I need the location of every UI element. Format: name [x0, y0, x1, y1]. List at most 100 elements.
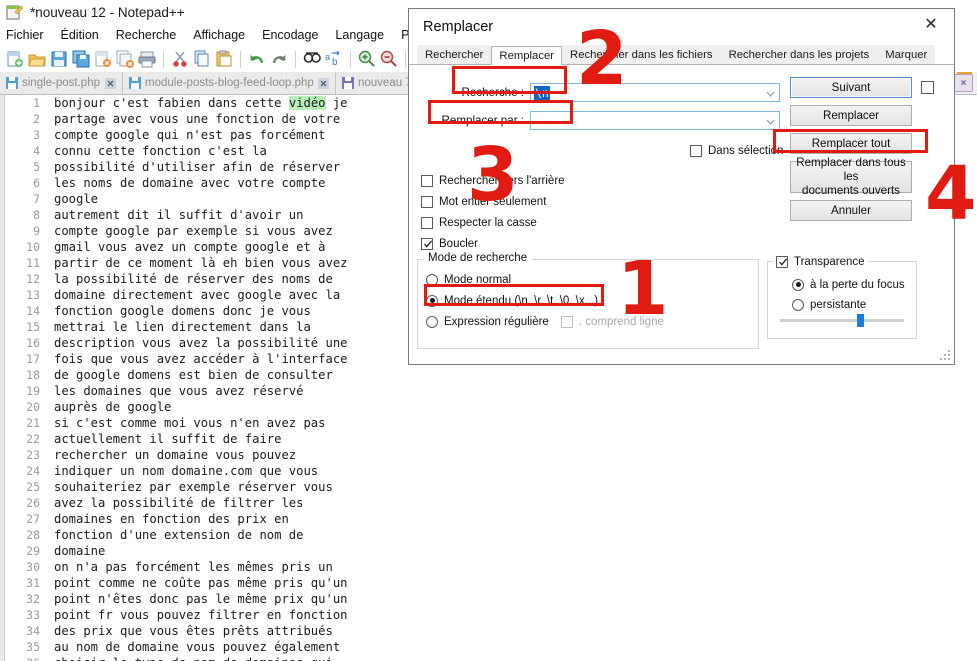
remplacer-button[interactable]: Remplacer [790, 105, 912, 126]
tab-rechercher-dans-projets[interactable]: Rechercher dans les projets [720, 45, 878, 64]
resize-grip[interactable] [939, 349, 951, 361]
editor-line[interactable]: 32 point n'êtes donc pas le même prix qu'… [0, 591, 977, 607]
menu-langage[interactable]: Langage [335, 28, 384, 42]
menu-recherche[interactable]: Recherche [116, 28, 176, 42]
open-folder-icon[interactable] [27, 49, 47, 69]
editor-line[interactable]: 36choisir le type de nom de domaines qui [0, 655, 977, 661]
find-icon[interactable] [302, 49, 322, 69]
editor-line[interactable]: 19 les domaines que vous avez réservé [0, 383, 977, 399]
slider-thumb[interactable] [856, 314, 864, 327]
editor-line[interactable]: 28 fonction d'une extension de nom de [0, 527, 977, 543]
close-icon[interactable]: ✕ [908, 9, 954, 39]
tab-rechercher-dans-fichiers[interactable]: Rechercher dans les fichiers [562, 45, 721, 64]
new-file-icon[interactable] [5, 49, 25, 69]
option-rechercher-arriere[interactable]: Rechercher vers l'arrière [421, 172, 565, 189]
editor-line[interactable]: 23 rechercher un domaine vous pouvez [0, 447, 977, 463]
replace-icon[interactable]: ab [324, 49, 344, 69]
option-boucler[interactable]: Boucler [421, 235, 565, 252]
tab-remplacer[interactable]: Remplacer [491, 46, 563, 65]
print-icon[interactable] [137, 49, 157, 69]
transparence-row[interactable]: Transparence [773, 253, 868, 270]
dialog-tab-strip[interactable]: Rechercher Remplacer Rechercher dans les… [409, 45, 954, 65]
recherche-input[interactable]: \n [530, 83, 780, 102]
line-number: 17 [26, 352, 40, 366]
close-all-icon[interactable] [115, 49, 135, 69]
dialog-body: Recherche : \n Remplacer par : Dans séle… [409, 65, 954, 364]
replace-dialog[interactable]: Remplacer ✕ Rechercher Remplacer Recherc… [408, 8, 955, 365]
editor-line[interactable]: 20 auprès de google [0, 399, 977, 415]
editor-line[interactable]: 31 point comme ne coûte pas même pris qu'… [0, 575, 977, 591]
zoom-out-icon[interactable] [379, 49, 399, 69]
suivant-button[interactable]: Suivant [790, 77, 912, 98]
persistante-radio[interactable] [792, 298, 804, 311]
close-tab-icon[interactable] [105, 77, 116, 89]
doc-tab-single-post[interactable]: single-post.php [0, 72, 123, 94]
annuler-button[interactable]: Annuler [790, 200, 912, 221]
menu-edition[interactable]: Édition [61, 28, 99, 42]
option-respecter-casse[interactable]: Respecter la casse [421, 214, 565, 231]
cut-icon[interactable] [170, 49, 190, 69]
editor-line[interactable]: 25 souhaiteriez par exemple réserver vous [0, 479, 977, 495]
undo-icon[interactable] [247, 49, 267, 69]
line-number: 6 [33, 176, 40, 190]
doc-tab-module-posts-blog-feed-loop[interactable]: module-posts-blog-feed-loop.php [123, 72, 336, 94]
boucler-checkbox[interactable] [421, 237, 433, 250]
remplacer-par-input[interactable] [530, 111, 780, 130]
editor-line[interactable]: 30 on n'a pas forcément les mêmes pris un [0, 559, 977, 575]
menu-fichier[interactable]: Fichier [6, 28, 44, 42]
editor-line[interactable]: 34 des prix que vous êtes prêts attribués [0, 623, 977, 639]
close-tab-icon[interactable] [318, 77, 329, 89]
editor-line[interactable]: 22 actuellement il suffit de faire [0, 431, 977, 447]
editor-line[interactable]: 18 de google domens est bien de consulter [0, 367, 977, 383]
transparence-checkbox[interactable] [776, 255, 788, 268]
transparence-focus-row[interactable]: à la perte du focus [792, 276, 905, 293]
mode-etendu-radio[interactable] [426, 294, 438, 307]
tab-marquer[interactable]: Marquer [877, 45, 936, 64]
chevron-down-icon[interactable] [766, 88, 775, 97]
keep-open-checkbox[interactable] [921, 81, 934, 94]
line-text: bonjour c'est fabien dans cette vidéo je [54, 96, 348, 110]
editor-line[interactable]: 33 point fr vous pouvez filtrer en foncti… [0, 607, 977, 623]
close-active-tab-button[interactable]: × [954, 74, 973, 92]
save-icon[interactable] [49, 49, 69, 69]
dans-selection-checkbox[interactable] [690, 144, 702, 157]
remplacer-tous-documents-button[interactable]: Remplacer dans tous les documents ouvert… [790, 156, 912, 197]
mode-etendu-row[interactable]: Mode étendu (\n, \r, \t, \0, \x...) [426, 292, 664, 309]
close-file-icon[interactable] [93, 49, 113, 69]
mode-normal-radio[interactable] [426, 273, 438, 286]
mode-regex-row[interactable]: Expression régulière . comprend ligne [426, 313, 664, 330]
recherche-label: Recherche : [461, 86, 524, 99]
zoom-in-icon[interactable] [357, 49, 377, 69]
paste-icon[interactable] [214, 49, 234, 69]
menu-encodage[interactable]: Encodage [262, 28, 318, 42]
tab-rechercher[interactable]: Rechercher [417, 45, 492, 64]
line-number: 5 [33, 160, 40, 174]
mot-entier-checkbox[interactable] [421, 195, 433, 208]
editor-line[interactable]: 21 si c'est comme moi vous n'en avez pas [0, 415, 977, 431]
expression-reguliere-radio[interactable] [426, 315, 438, 328]
remplacer-tout-button[interactable]: Remplacer tout [790, 133, 912, 154]
copy-icon[interactable] [192, 49, 212, 69]
option-mot-entier[interactable]: Mot entier seulement [421, 193, 565, 210]
line-text: gmail vous avez un compte google et à [54, 240, 326, 254]
transparence-persistante-row[interactable]: persistante [792, 296, 905, 313]
editor-line[interactable]: 29 domaine [0, 543, 977, 559]
line-text: choisir le type de nom de domaines qui [48, 655, 333, 661]
dans-selection-row[interactable]: Dans sélection [690, 142, 783, 159]
respecter-casse-checkbox[interactable] [421, 216, 433, 229]
chevron-down-icon[interactable] [766, 116, 775, 125]
save-all-icon[interactable] [71, 49, 91, 69]
editor-line[interactable]: 35 au nom de domaine vous pouvez égalemen… [0, 639, 977, 655]
transparency-slider[interactable] [780, 314, 904, 327]
redo-icon[interactable] [269, 49, 289, 69]
line-number: 12 [26, 272, 40, 286]
perte-focus-radio[interactable] [792, 278, 804, 291]
menu-affichage[interactable]: Affichage [193, 28, 245, 42]
mode-normal-row[interactable]: Mode normal [426, 271, 664, 288]
rechercher-arriere-checkbox[interactable] [421, 174, 433, 187]
editor-line[interactable]: 27 domaines en fonction des prix en [0, 511, 977, 527]
regex-dotall-checkbox[interactable] [560, 315, 573, 328]
editor-line[interactable]: 24 indiquer un nom domaine.com que vous [0, 463, 977, 479]
editor-line[interactable]: 26 avez la possibilité de filtrer les [0, 495, 977, 511]
line-text: partir de ce moment là eh bien vous avez [54, 256, 348, 270]
